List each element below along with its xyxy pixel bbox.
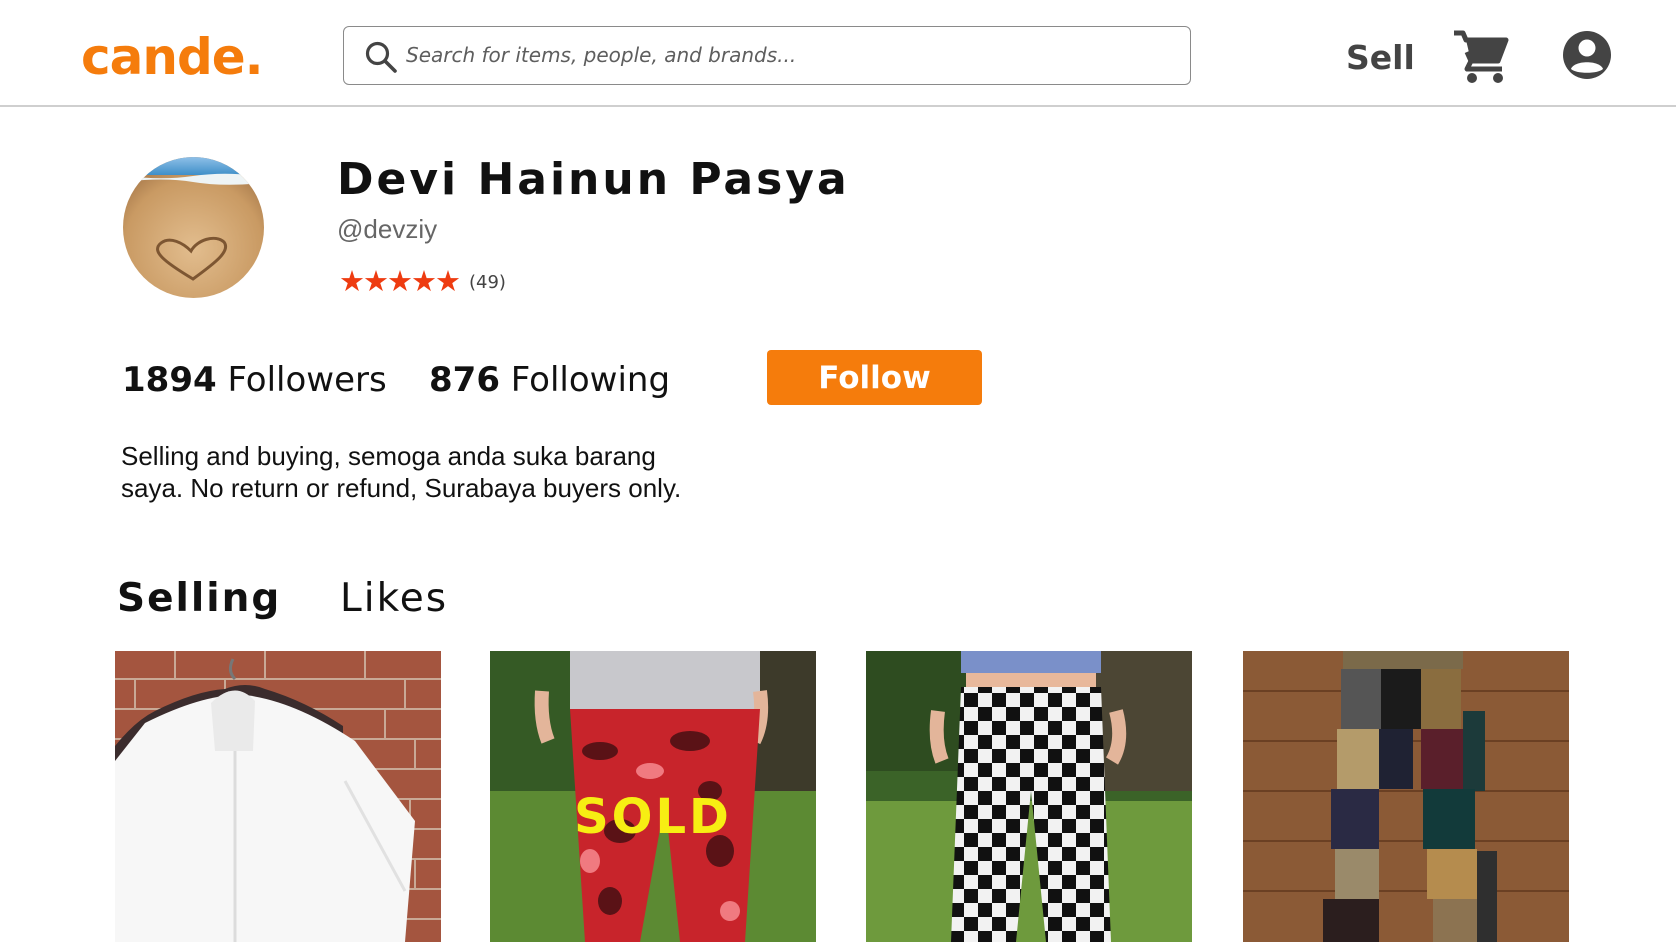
profile-avatar [123, 157, 264, 298]
rating-stars: ★★★★★ [339, 266, 461, 298]
sell-link[interactable]: Sell [1346, 38, 1415, 77]
account-icon[interactable] [1562, 30, 1612, 80]
top-navbar: cande. Sell [0, 0, 1676, 107]
followers-stat[interactable]: 1894 Followers [122, 360, 387, 400]
seller-rating[interactable]: ★★★★★ (49) [339, 266, 506, 298]
listing-card[interactable] [1243, 651, 1569, 942]
search-input[interactable] [406, 27, 1176, 83]
rating-count: (49) [469, 271, 506, 293]
cart-icon[interactable] [1452, 28, 1510, 84]
tab-likes[interactable]: Likes [340, 576, 448, 621]
beach-heart-photo [123, 157, 264, 298]
sold-badge: SOLD [574, 789, 732, 845]
listing-card[interactable] [115, 651, 441, 942]
checkered-pants-photo [866, 651, 1192, 942]
listing-card[interactable]: SOLD [490, 651, 816, 942]
following-label: Following [510, 360, 671, 400]
follow-button[interactable]: Follow [767, 350, 982, 405]
following-count: 876 [429, 360, 500, 400]
profile-bio: Selling and buying, semoga anda suka bar… [121, 441, 682, 503]
white-shirt-photo [115, 651, 441, 942]
followers-label: Followers [227, 360, 387, 400]
following-stat[interactable]: 876 Following [429, 360, 670, 400]
tab-selling[interactable]: Selling [117, 576, 281, 621]
patchwork-pants-photo [1243, 651, 1569, 942]
search-bar[interactable] [343, 26, 1191, 85]
followers-count: 1894 [122, 360, 217, 400]
profile-handle: @devziy [337, 214, 438, 244]
profile-name: Devi Hainun Pasya [337, 154, 850, 205]
brand-logo[interactable]: cande. [81, 28, 264, 86]
search-icon [365, 41, 397, 73]
listing-card[interactable] [866, 651, 1192, 942]
